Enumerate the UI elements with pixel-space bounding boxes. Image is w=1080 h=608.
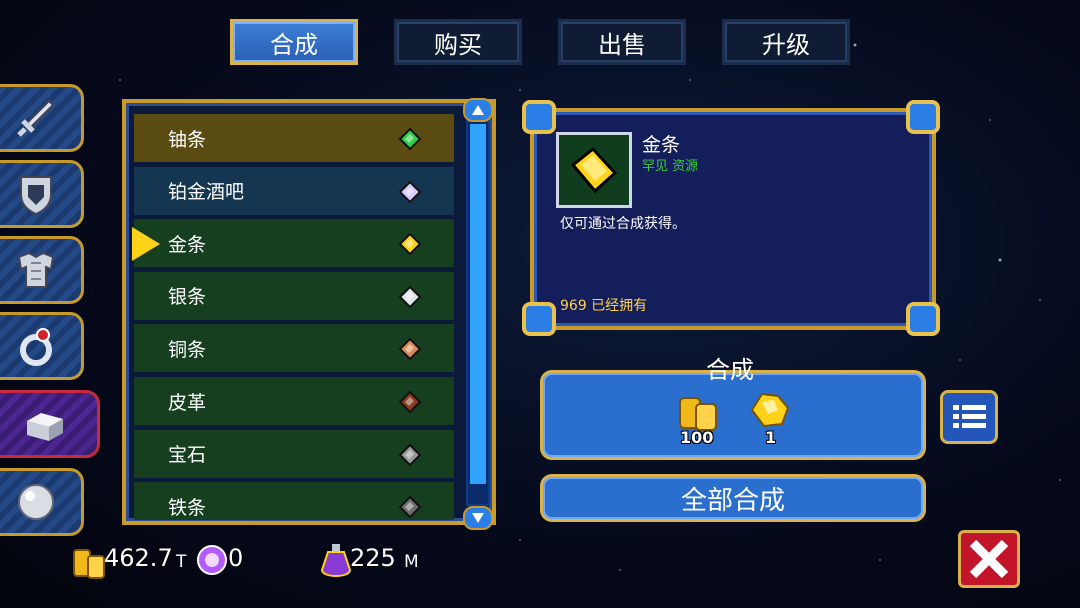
shield-icon [20, 176, 52, 216]
copper-bar-icon [398, 337, 422, 361]
soul-gem-icon [197, 545, 227, 575]
recipe-list-button[interactable] [940, 390, 998, 444]
corner-ornament-icon [906, 100, 940, 134]
armor-icon [17, 251, 55, 288]
potion-icon [320, 544, 352, 577]
tab-sell-label: 出售 [598, 30, 646, 59]
sidebar-item-armor[interactable] [0, 236, 84, 304]
ring-icon [20, 328, 52, 366]
green-gem-icon [398, 127, 422, 151]
craft-all-label: 全部合成 [680, 485, 785, 516]
corner-ornament-icon [906, 302, 940, 336]
item-description: 仅可通过合成获得。 [560, 216, 686, 232]
list-icon [953, 405, 986, 428]
list-item[interactable]: 铀条 [134, 114, 454, 164]
scrollbar-thumb[interactable] [470, 124, 486, 484]
gold-bar-icon [570, 146, 618, 194]
gem-amount: 0 [228, 544, 244, 572]
ingot-icon [27, 413, 63, 441]
platinum-gem-icon [398, 180, 422, 204]
corner-ornament-icon [522, 302, 556, 336]
tab-buy-label: 购买 [434, 30, 482, 59]
list-item[interactable]: 银条 [134, 271, 454, 322]
potion-amount: 225 [350, 544, 396, 572]
item-name: 金条 [642, 134, 681, 156]
tab-upgrade-label: 升级 [762, 30, 810, 59]
orb-icon [18, 484, 54, 520]
item-rarity: 罕见 资源 [642, 159, 699, 174]
sidebar-item-weapons[interactable] [0, 84, 84, 152]
stone-icon [398, 443, 422, 467]
gold-bar-icon [398, 232, 422, 256]
scroll-down-button[interactable] [463, 506, 493, 530]
arrow-down-icon [472, 513, 484, 523]
list-item[interactable]: 金条 [134, 219, 454, 270]
scroll-up-button[interactable] [463, 98, 493, 122]
tab-craft[interactable]: 合成 [230, 19, 358, 65]
close-icon [969, 539, 1009, 579]
material-coins-count: 100 [680, 428, 714, 447]
list-item[interactable]: 铜条 [134, 324, 454, 375]
craft-all-button[interactable]: 全部合成 [540, 474, 926, 522]
sidebar-item-rings[interactable] [0, 312, 84, 380]
silver-bar-icon [398, 285, 422, 309]
list-item-label: 铁条 [168, 496, 207, 519]
list-item-label: 铜条 [168, 338, 207, 361]
list-item-label: 铂金酒吧 [168, 181, 245, 204]
sidebar-item-orbs[interactable] [0, 468, 84, 536]
material-nugget-count: 1 [765, 428, 777, 447]
tab-craft-label: 合成 [270, 30, 318, 59]
list-item-label: 铀条 [168, 128, 207, 151]
list-item[interactable]: 宝石 [134, 429, 454, 480]
tab-sell[interactable]: 出售 [558, 19, 686, 65]
sidebar-item-shields[interactable] [0, 160, 84, 228]
list-item-label: 金条 [168, 233, 207, 256]
selection-pointer-icon [132, 227, 160, 261]
craft-label: 合成 [706, 356, 754, 384]
gold-amount: 462.7 [104, 544, 173, 572]
tab-buy[interactable]: 购买 [394, 19, 522, 65]
list-item-label: 宝石 [168, 444, 207, 467]
item-owned-count: 969 已经拥有 [560, 298, 648, 314]
gold-nugget-icon [750, 392, 790, 428]
gold-coins-icon [73, 549, 105, 579]
arrow-up-icon [472, 105, 484, 115]
sword-icon [17, 99, 55, 137]
corner-ornament-icon [522, 100, 556, 134]
potion-unit: M [404, 552, 419, 572]
leather-icon [398, 390, 422, 414]
item-thumbnail [556, 132, 632, 208]
list-item-label: 银条 [168, 286, 207, 309]
list-item[interactable]: 皮革 [134, 377, 454, 427]
list-item[interactable]: 铁条 [134, 482, 454, 520]
item-list[interactable]: 铀条铂金酒吧金条银条铜条皮革宝石铁条 [134, 114, 454, 520]
tab-upgrade[interactable]: 升级 [722, 19, 850, 65]
list-item[interactable]: 铂金酒吧 [134, 166, 454, 217]
iron-bar-icon [398, 495, 422, 519]
close-button[interactable] [958, 530, 1020, 588]
gold-unit: T [176, 552, 187, 572]
list-item-label: 皮革 [168, 391, 207, 414]
sidebar-item-materials[interactable] [0, 390, 100, 458]
